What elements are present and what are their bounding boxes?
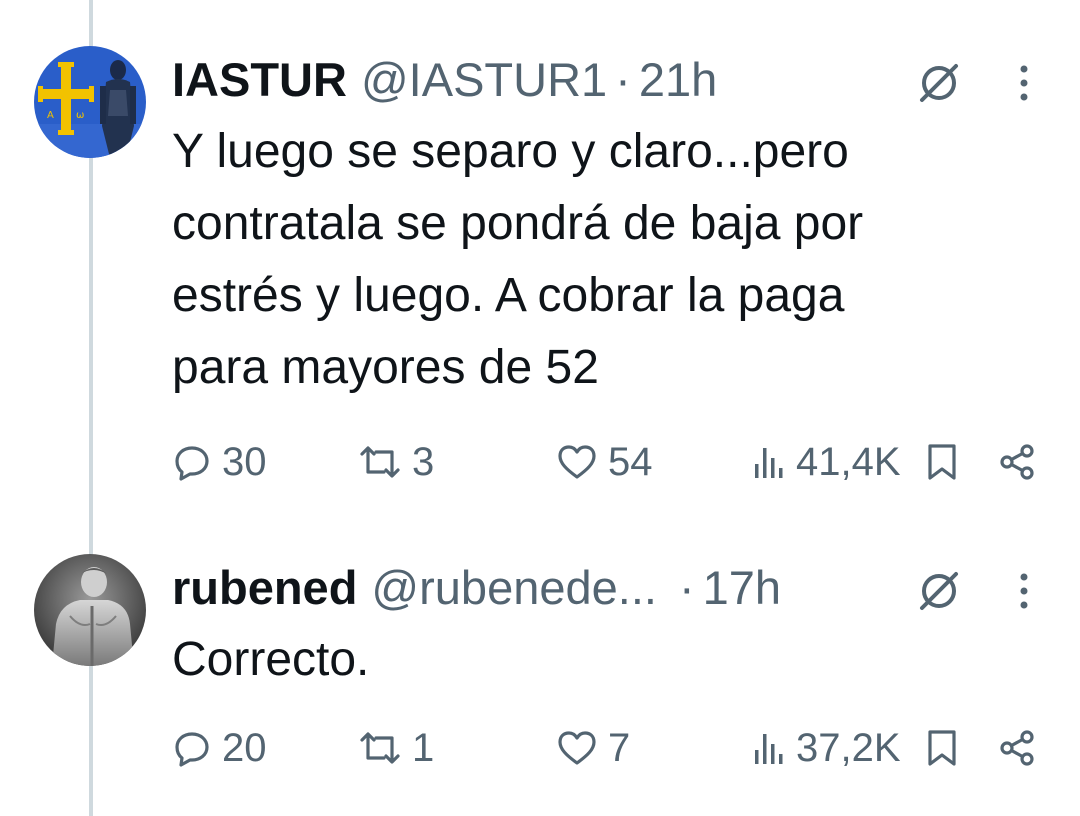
share-button[interactable] [998,720,1038,776]
like-button[interactable]: 7 [556,720,630,776]
bookmark-button[interactable] [924,720,960,776]
svg-text:A: A [47,110,54,121]
repost-button[interactable]: 3 [358,434,434,490]
tweet-actions: 20 1 7 37,2K [172,720,1042,776]
tweet[interactable]: rubened @rubenede... · 17h Correcto. 20 [0,520,1080,816]
share-button[interactable] [998,434,1038,490]
views-count: 37,2K [796,725,901,770]
views-button[interactable]: 37,2K [752,720,901,776]
tweet[interactable]: A ω IASTUR @IASTUR1 · 21h Y luego se sep… [0,0,1080,520]
reply-button[interactable]: 30 [172,434,267,490]
reply-button[interactable]: 20 [172,720,267,776]
like-icon [558,445,596,479]
avatar[interactable] [34,554,146,666]
tweet-text: Correcto. [172,633,370,686]
bookmark-button[interactable] [924,434,960,490]
asturias-flag-avatar-icon: A ω [34,46,146,158]
tweet-header: IASTUR @IASTUR1 · 21h [172,52,930,108]
timestamp[interactable]: 21h [639,52,717,108]
like-count: 7 [608,725,631,770]
repost-icon [360,732,400,764]
more-icon[interactable] [1012,568,1036,614]
share-icon [1000,730,1034,766]
like-button[interactable]: 54 [556,434,653,490]
timestamp[interactable]: 17h [703,560,781,616]
grok-icon[interactable] [916,60,962,106]
avatar[interactable]: A ω [34,46,146,158]
person-back-avatar-icon [34,554,146,666]
repost-icon [360,446,400,478]
bookmark-icon [928,444,956,480]
reply-count: 20 [222,725,267,770]
views-button[interactable]: 41,4K [752,434,901,490]
like-icon [558,731,596,765]
display-name[interactable]: rubened [172,560,357,616]
reply-icon [175,732,209,767]
reply-count: 30 [222,439,267,484]
like-count: 54 [608,439,653,484]
separator-dot: · [678,561,695,614]
views-icon [755,734,783,764]
reply-icon [175,446,209,481]
repost-button[interactable]: 1 [358,720,434,776]
tweet-text: Y luego se separo y claro...pero contrat… [172,125,864,394]
svg-text:ω: ω [76,110,84,121]
repost-count: 3 [412,439,435,484]
separator-dot: · [615,53,631,106]
share-icon [1000,444,1034,480]
bookmark-icon [928,730,956,766]
grok-icon[interactable] [916,568,962,614]
repost-count: 1 [412,725,435,770]
more-icon[interactable] [1012,60,1036,106]
user-handle[interactable]: @IASTUR1 [361,52,607,108]
user-handle[interactable]: @rubenede... [371,560,657,616]
tweet-header: rubened @rubenede... · 17h [172,560,930,616]
views-count: 41,4K [796,439,901,484]
tweet-actions: 30 3 54 41,4K [172,434,1042,490]
views-icon [755,448,783,478]
display-name[interactable]: IASTUR [172,52,347,108]
